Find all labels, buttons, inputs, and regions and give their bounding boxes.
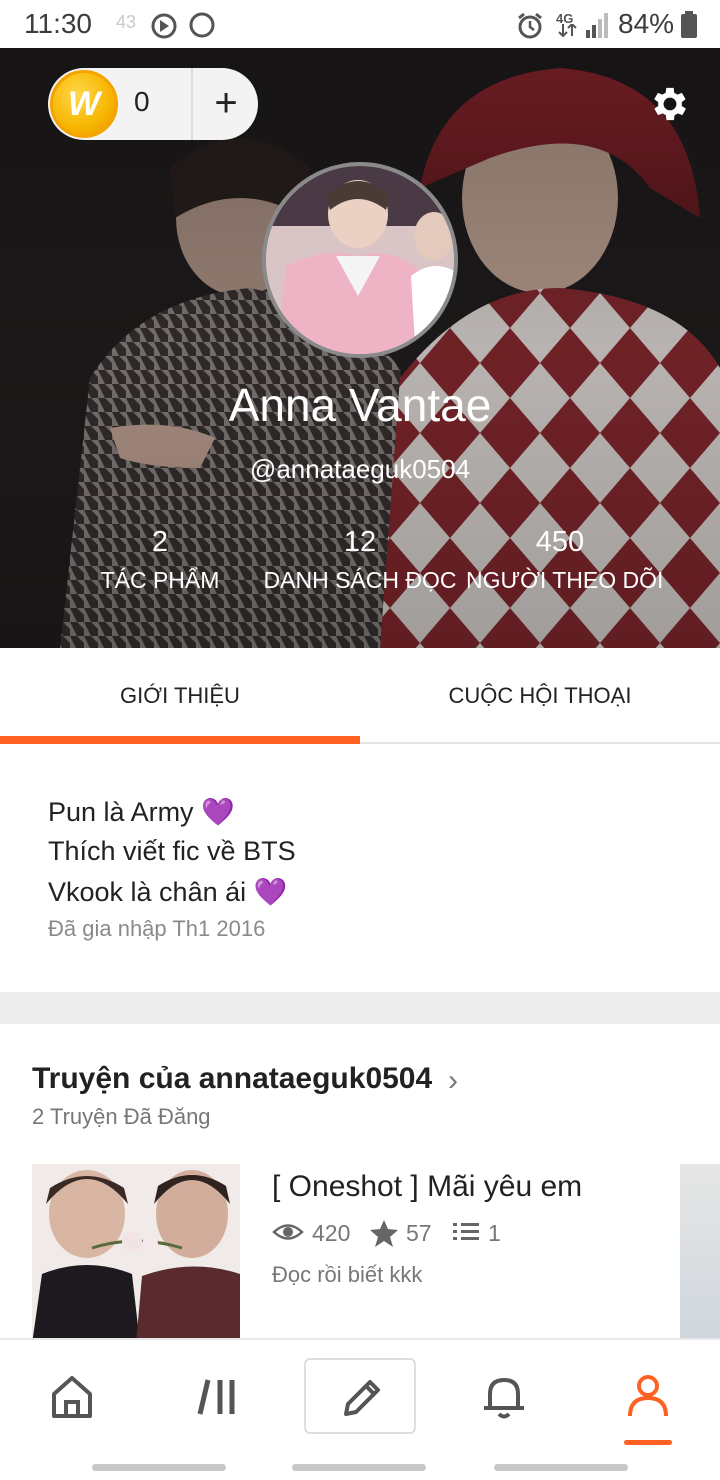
stat-reading-lists[interactable]: 12 DANH SÁCH ĐỌC — [260, 526, 460, 594]
status-time: 11:30 — [24, 8, 92, 39]
stat-works[interactable]: 2 TÁC PHẨM — [80, 526, 240, 594]
home-icon — [52, 1376, 92, 1418]
story-views: 420 — [312, 1220, 351, 1246]
display-name: Anna Vantae — [228, 379, 492, 431]
active-tab-indicator — [0, 736, 360, 744]
story-cover-image — [32, 1164, 240, 1344]
app-screen: 11:30 43 4G 84% W 0 + Anna Vantae @annat… — [0, 0, 720, 1480]
about-line: Vkook là chân ái 💜 — [48, 876, 287, 908]
stories-title[interactable]: Truyện của annataeguk0504 — [32, 1062, 432, 1096]
signal-icon — [586, 13, 608, 38]
nav-library[interactable] — [158, 1340, 278, 1450]
story-description: Đọc rồi biết kkk — [272, 1262, 423, 1287]
coin-count: 0 — [134, 86, 150, 117]
profile-icon — [628, 1375, 668, 1417]
tab-about[interactable]: GIỚI THIỆU — [0, 648, 360, 744]
about-line: Pun là Army 💜 — [48, 796, 235, 828]
media-icon — [151, 13, 177, 39]
purple-heart-icon: 💜 — [201, 797, 235, 827]
joined-date: Đã gia nhập Th1 2016 — [48, 916, 266, 941]
purple-heart-icon: 💜 — [253, 877, 288, 907]
library-icon — [197, 1379, 235, 1415]
gesture-bar — [494, 1464, 628, 1471]
username-handle: @annataeguk0504 — [249, 454, 471, 484]
stat-reading-lists-count: 12 — [343, 526, 377, 558]
avatar-image — [266, 166, 454, 354]
tab-conversations[interactable]: CUỘC HỘI THOẠI — [360, 648, 720, 744]
settings-gear-icon[interactable] — [648, 82, 692, 126]
add-coins-button[interactable]: + — [194, 68, 258, 140]
stat-followers-label: NGƯỜI THEO DÕI — [466, 567, 664, 593]
circle-status-icon — [189, 12, 215, 38]
star-icon — [370, 1220, 398, 1247]
stat-works-count: 2 — [151, 526, 169, 558]
alarm-icon — [518, 12, 542, 39]
battery-percent: 84% — [618, 8, 675, 39]
battery-icon — [681, 11, 697, 38]
coin-divider — [191, 68, 193, 140]
story-votes: 57 — [406, 1220, 432, 1246]
about-section: Pun là Army 💜 Thích viết fic về BTS Vkoo… — [0, 744, 720, 992]
nav-profile[interactable] — [588, 1340, 708, 1450]
nav-notifications[interactable] — [444, 1340, 564, 1450]
parts-list-icon — [453, 1223, 479, 1240]
profile-tabs: GIỚI THIỆU CUỘC HỘI THOẠI — [0, 648, 720, 744]
eye-icon — [272, 1224, 304, 1240]
profile-header: W 0 + Anna Vantae @annataeguk0504 2 TÁC … — [0, 48, 720, 648]
active-nav-indicator — [624, 1440, 672, 1445]
gesture-bar — [92, 1464, 226, 1471]
coin-icon: W — [50, 70, 118, 138]
avatar[interactable] — [262, 162, 458, 358]
about-line: Thích viết fic về BTS — [48, 836, 296, 867]
status-ghost-text: 43 — [116, 12, 137, 32]
stat-reading-lists-label: DANH SÁCH ĐỌC — [263, 567, 457, 593]
stat-works-label: TÁC PHẨM — [100, 567, 220, 593]
bell-icon — [484, 1378, 524, 1419]
next-story-cover[interactable] — [680, 1164, 720, 1344]
gesture-bar — [292, 1464, 426, 1471]
chevron-right-icon[interactable]: › — [448, 1064, 458, 1098]
about-line-text: Vkook là chân ái — [48, 877, 254, 907]
section-divider — [0, 992, 720, 1024]
bottom-nav — [0, 1338, 720, 1480]
about-line-text: Pun là Army — [48, 797, 202, 827]
story-cover[interactable] — [32, 1164, 240, 1344]
status-bar: 11:30 43 4G 84% — [0, 0, 720, 48]
pencil-icon — [344, 1380, 380, 1416]
data-arrows-icon — [558, 24, 577, 38]
stories-section: Truyện của annataeguk0504 › 2 Truyện Đã … — [0, 1024, 720, 1344]
coin-symbol: W — [67, 85, 101, 123]
stat-followers[interactable]: 450 NGƯỜI THEO DÕI — [466, 526, 664, 594]
nav-home[interactable] — [12, 1340, 132, 1450]
about-line-text: Thích viết fic về BTS — [48, 836, 296, 866]
story-title[interactable]: [ Oneshot ] Mãi yêu em — [272, 1170, 582, 1204]
nav-write[interactable] — [304, 1358, 416, 1434]
stat-followers-count: 450 — [535, 526, 585, 558]
coin-balance-pill[interactable]: W 0 + — [48, 68, 258, 140]
story-parts: 1 — [488, 1220, 501, 1246]
stories-count: 2 Truyện Đã Đăng — [32, 1104, 211, 1129]
